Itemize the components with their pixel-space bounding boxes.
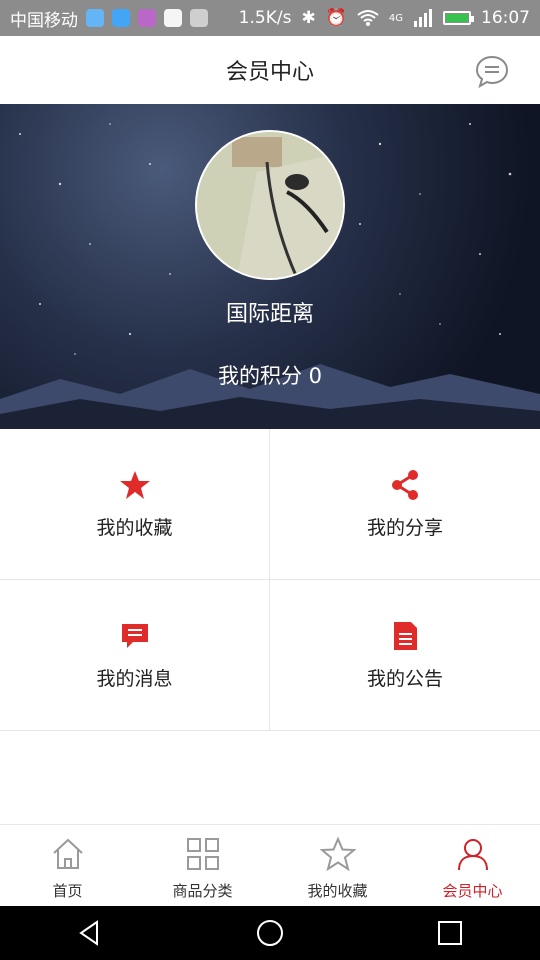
menu-item-share[interactable]: 我的分享 [270, 429, 540, 580]
battery-icon [443, 11, 474, 25]
app-header: 会员中心 [0, 36, 540, 105]
text-notification-icon [190, 9, 208, 27]
member-menu: 我的收藏 我的分享 我的消息 我的公告 [0, 429, 540, 731]
home-icon [52, 838, 83, 869]
wifi-icon [357, 10, 379, 26]
tab-label: 首页 [52, 882, 83, 900]
tab-label: 会员中心 [442, 882, 503, 900]
menu-item-favorites[interactable]: 我的收藏 [0, 429, 270, 580]
tab-home[interactable]: 首页 [0, 825, 135, 907]
share-icon [392, 469, 418, 500]
browser-notification-icon [164, 9, 182, 27]
menu-item-messages[interactable]: 我的消息 [0, 580, 270, 731]
profile-banner: 国际距离 我的积分 0 [0, 104, 540, 429]
person-icon [457, 839, 488, 871]
tab-label: 商品分类 [172, 882, 233, 900]
system-nav-bar [0, 906, 540, 960]
network-type: 4G [388, 12, 403, 24]
chat-notification-icon [112, 9, 130, 27]
gallery-notification-icon [138, 9, 156, 27]
chat-icon[interactable] [474, 54, 510, 90]
signal-icon [414, 9, 432, 27]
message-icon [121, 623, 148, 648]
avatar[interactable] [195, 130, 345, 280]
tab-member-center[interactable]: 会员中心 [405, 825, 540, 907]
back-icon[interactable] [75, 918, 105, 948]
username: 国际距离 [225, 302, 314, 327]
recents-icon[interactable] [435, 918, 465, 948]
clock: 16:07 [481, 8, 530, 28]
menu-item-label: 我的分享 [366, 516, 443, 539]
tab-favorites[interactable]: 我的收藏 [270, 825, 405, 907]
tab-label: 我的收藏 [307, 882, 368, 900]
alarm-icon: ⏰ [325, 8, 347, 28]
avatar-photo [197, 132, 343, 278]
status-bar: 中国移动 1.5K/s ✱ ⏰ 4G 16:07 [0, 0, 540, 36]
menu-item-announcements[interactable]: 我的公告 [270, 580, 540, 731]
star-icon [119, 470, 150, 499]
app-notification-icon [86, 9, 104, 27]
star-outline-icon [319, 836, 356, 872]
home-circle-icon[interactable] [255, 918, 285, 948]
bottom-nav: 首页 商品分类 我的收藏 会员中心 [0, 824, 540, 907]
points-label: 我的积分 0 [217, 364, 323, 388]
menu-item-label: 我的公告 [366, 667, 443, 690]
carrier-name: 中国移动 [10, 10, 78, 31]
menu-item-label: 我的消息 [96, 667, 173, 690]
menu-item-label: 我的收藏 [96, 516, 173, 539]
document-icon [394, 621, 417, 650]
net-speed: 1.5K/s [238, 8, 292, 28]
page-title: 会员中心 [225, 60, 314, 85]
tab-categories[interactable]: 商品分类 [135, 825, 270, 907]
grid-icon [186, 838, 219, 870]
bluetooth-icon: ✱ [301, 8, 316, 28]
